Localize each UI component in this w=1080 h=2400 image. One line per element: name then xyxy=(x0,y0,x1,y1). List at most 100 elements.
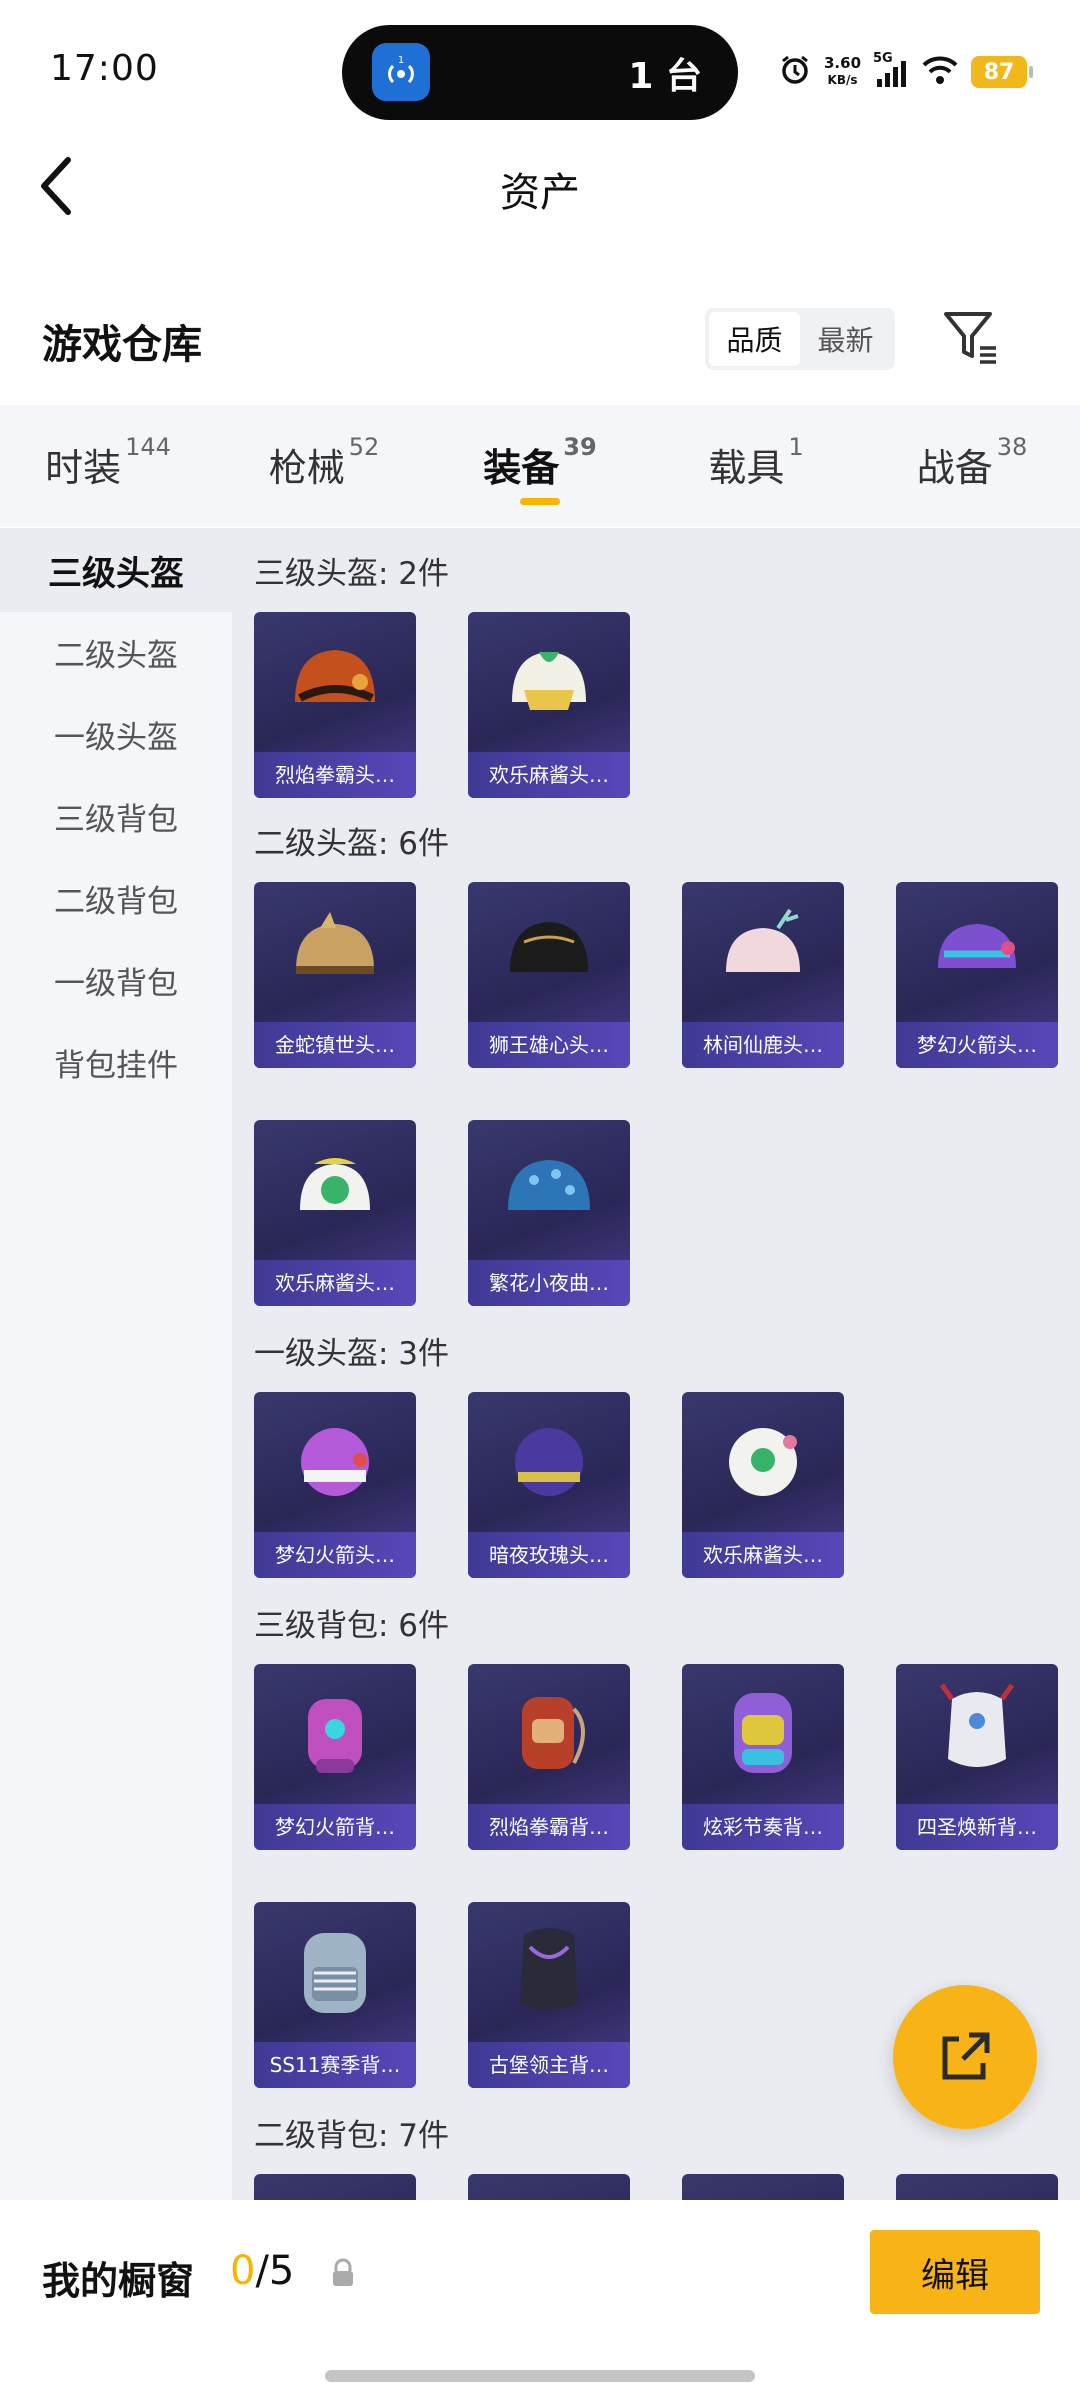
item-name: 炫彩节奏背… xyxy=(682,1804,844,1850)
edit-button[interactable]: 编辑 xyxy=(870,2230,1040,2314)
item-card[interactable]: 古堡领主背… xyxy=(468,1902,630,2088)
backpack-icon xyxy=(682,1664,844,1804)
tab-equipment[interactable]: 装备 39 xyxy=(432,405,648,527)
sort-quality[interactable]: 品质 xyxy=(709,312,800,366)
assets-page: 17:00 1 1 台 3.60 KB/s 5G 87 资产 游戏仓库 品质 最… xyxy=(0,0,1080,2400)
item-card[interactable]: 炫彩节奏背… xyxy=(682,1664,844,1850)
side-item-lv2-helmet[interactable]: 二级头盔 xyxy=(0,610,232,694)
side-item-lv1-helmet[interactable]: 一级头盔 xyxy=(0,692,232,776)
page-title: 资产 xyxy=(500,170,580,216)
category-tabs: 时装 144 枪械 52 装备 39 载具 1 战备 38 xyxy=(0,405,1080,527)
side-item-backpack-charm[interactable]: 背包挂件 xyxy=(0,1020,232,1104)
helmet-icon xyxy=(896,882,1058,1022)
showcase-label: 我的橱窗 xyxy=(42,2259,195,2303)
helmet-icon xyxy=(468,1120,630,1260)
group-title-lv3-backpack: 三级背包: 6件 xyxy=(254,1608,450,1644)
showcase-count: 0/5 xyxy=(230,2248,295,2294)
svg-text:1: 1 xyxy=(398,55,404,66)
filter-icon xyxy=(944,312,996,364)
side-item-lv3-helmet[interactable]: 三级头盔 xyxy=(0,528,232,612)
item-card[interactable]: 梦幻火箭头… xyxy=(896,882,1058,1068)
item-card[interactable]: 林间仙鹿头… xyxy=(682,882,844,1068)
backpack-icon xyxy=(468,1902,630,2042)
side-nav: 三级头盔 二级头盔 一级头盔 三级背包 二级背包 一级背包 背包挂件 xyxy=(0,528,232,2200)
share-icon xyxy=(942,2032,990,2080)
backpack-icon xyxy=(896,1664,1058,1804)
item-card[interactable]: 欢乐麻酱头… xyxy=(468,612,630,798)
item-card[interactable]: 梦幻火箭背… xyxy=(254,1664,416,1850)
helmet-icon xyxy=(468,612,630,752)
tab-vehicles[interactable]: 载具 1 xyxy=(648,405,864,527)
net-speed: 3.60 KB/s xyxy=(824,54,862,88)
item-name: 繁花小夜曲… xyxy=(468,1260,630,1306)
filter-button[interactable] xyxy=(940,306,1004,370)
item-name: 欢乐麻酱头… xyxy=(468,752,630,798)
helmet-icon xyxy=(468,1392,630,1532)
helmet-icon xyxy=(254,612,416,752)
group-title-lv1-helmet: 一级头盔: 3件 xyxy=(254,1336,450,1372)
item-name: 梦幻火箭头… xyxy=(896,1022,1058,1068)
wifi-icon xyxy=(921,54,959,90)
item-card[interactable] xyxy=(254,2174,416,2200)
helmet-icon xyxy=(682,882,844,1022)
item-name: 欢乐麻酱头… xyxy=(254,1260,416,1306)
item-name: 金蛇镇世头… xyxy=(254,1022,416,1068)
item-card[interactable] xyxy=(896,2174,1058,2200)
item-card[interactable]: 梦幻火箭头… xyxy=(254,1392,416,1578)
item-card[interactable]: 烈焰拳霸背… xyxy=(468,1664,630,1850)
active-tab-indicator xyxy=(520,498,560,505)
item-card[interactable]: 欢乐麻酱头… xyxy=(254,1120,416,1306)
side-item-lv2-backpack[interactable]: 二级背包 xyxy=(0,856,232,940)
item-card[interactable]: SS11赛季背… xyxy=(254,1902,416,2088)
tab-firearms[interactable]: 枪械 52 xyxy=(216,405,432,527)
item-grid: 三级头盔: 2件 烈焰拳霸头… 欢乐麻酱头… 二级头盔: 6件 金蛇镇世头… 狮… xyxy=(232,528,1080,2200)
helmet-icon xyxy=(468,882,630,1022)
side-item-lv1-backpack[interactable]: 一级背包 xyxy=(0,938,232,1022)
alarm-icon xyxy=(778,53,812,91)
bottom-bar: 我的橱窗 0/5 编辑 xyxy=(0,2200,1080,2400)
item-card[interactable] xyxy=(682,2174,844,2200)
share-button[interactable] xyxy=(893,1985,1037,2129)
item-name: 欢乐麻酱头… xyxy=(682,1532,844,1578)
helmet-icon xyxy=(254,1120,416,1260)
backpack-icon xyxy=(254,1902,416,2042)
dynamic-island[interactable]: 1 1 台 xyxy=(342,25,738,120)
item-card[interactable]: 暗夜玫瑰头… xyxy=(468,1392,630,1578)
group-title-lv3-helmet: 三级头盔: 2件 xyxy=(254,556,450,592)
item-name: 梦幻火箭头… xyxy=(254,1532,416,1578)
backpack-icon xyxy=(254,1664,416,1804)
helmet-icon xyxy=(254,882,416,1022)
group-title-lv2-helmet: 二级头盔: 6件 xyxy=(254,826,450,862)
status-icons: 3.60 KB/s 5G 87 xyxy=(778,50,1034,94)
status-bar: 17:00 1 1 台 3.60 KB/s 5G 87 xyxy=(0,0,1080,140)
item-name: 烈焰拳霸头… xyxy=(254,752,416,798)
item-card[interactable] xyxy=(468,2174,630,2200)
battery-indicator: 87 xyxy=(971,56,1034,88)
item-card[interactable]: 金蛇镇世头… xyxy=(254,882,416,1068)
tab-supplies[interactable]: 战备 38 xyxy=(864,405,1080,527)
warehouse-title: 游戏仓库 xyxy=(42,322,202,368)
helmet-icon xyxy=(682,1392,844,1532)
item-card[interactable]: 欢乐麻酱头… xyxy=(682,1392,844,1578)
item-card[interactable]: 狮王雄心头… xyxy=(468,882,630,1068)
home-indicator[interactable] xyxy=(325,2370,755,2382)
item-name: 古堡领主背… xyxy=(468,2042,630,2088)
item-card[interactable]: 繁花小夜曲… xyxy=(468,1120,630,1306)
item-name: 狮王雄心头… xyxy=(468,1022,630,1068)
item-name: 烈焰拳霸背… xyxy=(468,1804,630,1850)
tab-fashion[interactable]: 时装 144 xyxy=(0,405,216,527)
broadcast-icon: 1 xyxy=(372,43,430,101)
side-item-lv3-backpack[interactable]: 三级背包 xyxy=(0,774,232,858)
item-card[interactable]: 四圣焕新背… xyxy=(896,1664,1058,1850)
sort-toggle: 品质 最新 xyxy=(705,308,895,370)
item-name: 暗夜玫瑰头… xyxy=(468,1532,630,1578)
island-device-count: 1 台 xyxy=(628,56,702,97)
signal-icon: 5G xyxy=(873,51,909,89)
item-card[interactable]: 烈焰拳霸头… xyxy=(254,612,416,798)
sort-newest[interactable]: 最新 xyxy=(800,312,891,366)
item-name: 林间仙鹿头… xyxy=(682,1022,844,1068)
item-name: 四圣焕新背… xyxy=(896,1804,1058,1850)
item-name: SS11赛季背… xyxy=(254,2042,416,2088)
lock-icon xyxy=(330,2258,356,2288)
item-name: 梦幻火箭背… xyxy=(254,1804,416,1850)
